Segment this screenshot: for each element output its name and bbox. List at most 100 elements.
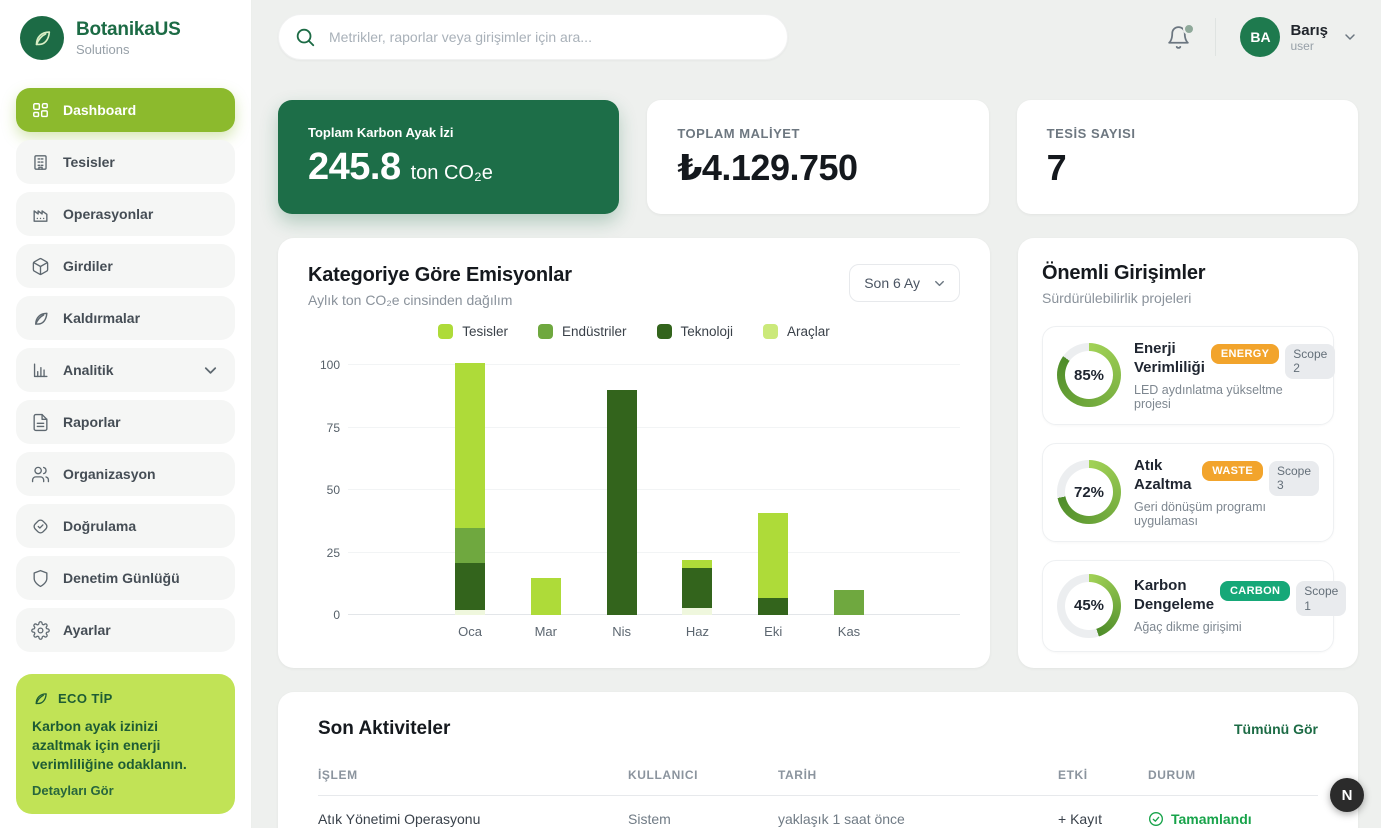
initiative-name: Enerji Verimliliği (1134, 340, 1205, 378)
stats-row: Toplam Karbon Ayak İzi245.8ton CO₂e TOPLA… (278, 100, 1358, 214)
chart-legend: Tesisler Endüstriler Teknoloji Araçlar (308, 324, 960, 339)
initiative-card[interactable]: 85%Enerji VerimliliğiENERGYScope 2LED ay… (1042, 326, 1334, 425)
bar-segment-Teknoloji (682, 568, 712, 608)
initiative-body: Enerji VerimliliğiENERGYScope 2LED aydın… (1134, 340, 1319, 411)
initiative-top: Atık AzaltmaWASTEScope 3 (1134, 457, 1319, 496)
view-all-link[interactable]: Tümünü Gör (1234, 721, 1318, 737)
dashboard-icon (31, 101, 50, 120)
column-header: TARİH (778, 768, 1058, 782)
sidebar-item-raporlar[interactable]: Raporlar (16, 400, 235, 444)
stat-value: 245.8ton CO₂e (308, 146, 589, 189)
eco-tip-details-link[interactable]: Detayları Gör (32, 783, 219, 798)
building-icon (31, 153, 50, 172)
initiative-top: Karbon DengelemeCARBONScope 1 (1134, 577, 1319, 616)
y-tick-label: 100 (314, 357, 340, 373)
sidebar-item-label: Analitik (63, 362, 114, 378)
legend-swatch (763, 324, 778, 339)
brand: BotanikaUS Solutions (16, 14, 235, 62)
leaf-icon (31, 309, 50, 328)
chevron-down-icon[interactable] (1342, 29, 1358, 45)
sidebar-item-tesisler[interactable]: Tesisler (16, 140, 235, 184)
legend-label: Araçlar (787, 324, 830, 339)
dev-indicator-button[interactable]: N (1330, 778, 1364, 812)
progress-ring: 85% (1057, 343, 1121, 407)
sidebar-item-girdiler[interactable]: Girdiler (16, 244, 235, 288)
initiative-card[interactable]: 45%Karbon DengelemeCARBONScope 1Ağaç dik… (1042, 560, 1334, 652)
bar-segment-Tesisler (455, 363, 485, 528)
progress-ring: 72% (1057, 460, 1121, 524)
eco-tip-header: ECO TİP (32, 690, 219, 707)
initiative-name: Karbon Dengeleme (1134, 577, 1214, 615)
sidebar-item-ayarlar[interactable]: Ayarlar (16, 608, 235, 652)
settings-icon (31, 621, 50, 640)
initiative-badges: ENERGYScope 2 (1211, 340, 1335, 379)
main-content: BA Barış user Toplam Karbon Ayak İzi245.… (252, 0, 1381, 828)
chart-column-Kas: Kas (834, 365, 864, 615)
table-row[interactable]: Atık Yönetimi OperasyonuSistemyaklaşık 1… (318, 796, 1318, 827)
y-tick-label: 50 (314, 482, 340, 498)
bar-segment-Tesisler (758, 513, 788, 598)
sidebar-nav: Dashboard Tesisler Operasyonlar Girdiler Kal… (16, 88, 235, 652)
bar-segment-Teknoloji (455, 563, 485, 611)
sidebar-item-denetim-gunlugu[interactable]: Denetim Günlüğü (16, 556, 235, 600)
notifications-button[interactable] (1166, 25, 1191, 50)
sidebar-item-label: Kaldırmalar (63, 310, 140, 326)
divider (1215, 18, 1216, 56)
sidebar-item-kaldirmalar[interactable]: Kaldırmalar (16, 296, 235, 340)
legend-item-Araçlar: Araçlar (763, 324, 830, 339)
sidebar-item-dashboard[interactable]: Dashboard (16, 88, 235, 132)
y-tick-label: 0 (314, 607, 340, 623)
chart-subtitle: Aylık ton CO₂e cinsinden dağılım (308, 292, 572, 308)
y-tick-label: 75 (314, 420, 340, 436)
y-tick-label: 25 (314, 545, 340, 561)
progress-ring: 45% (1057, 574, 1121, 638)
bar-Nis[interactable] (607, 390, 637, 615)
scope-badge: Scope 1 (1296, 581, 1346, 616)
sidebar-item-dogrulama[interactable]: Doğrulama (16, 504, 235, 548)
x-axis-label: Haz (686, 624, 709, 639)
bar-segment-Tesisler (531, 578, 561, 616)
sidebar-item-label: Operasyonlar (63, 206, 153, 222)
bar-Eki[interactable] (758, 513, 788, 616)
sidebar-item-label: Raporlar (63, 414, 121, 430)
initiatives-subtitle: Sürdürülebilirlik projeleri (1042, 290, 1334, 306)
bar-chart-icon (31, 361, 50, 380)
time-range-select[interactable]: Son 6 Ay (849, 264, 960, 302)
bar-Haz[interactable] (682, 560, 712, 615)
initiative-description: LED aydınlatma yükseltme projesi (1134, 383, 1319, 411)
legend-item-Tesisler: Tesisler (438, 324, 508, 339)
initiative-card[interactable]: 72% Atık AzaltmaWASTEScope 3 Geri dönüşüm … (1042, 443, 1334, 542)
avatar[interactable]: BA (1240, 17, 1280, 57)
chart-plot: 0255075100OcaMarNisHazEkiKas (314, 365, 960, 615)
stat-label: TESİS SAYISI (1047, 126, 1328, 141)
sidebar-item-analitik[interactable]: Analitik (16, 348, 235, 392)
search-input[interactable] (278, 14, 788, 60)
stat-label: TOPLAM MALİYET (677, 126, 958, 141)
chart-column-Haz: Haz (682, 365, 712, 615)
stat-card-0: Toplam Karbon Ayak İzi245.8ton CO₂e (278, 100, 619, 214)
sidebar-item-organizasyon[interactable]: Organizasyon (16, 452, 235, 496)
eco-tip-label: ECO TİP (58, 691, 113, 706)
user-meta: Barış user (1290, 22, 1328, 53)
legend-item-Endüstriler: Endüstriler (538, 324, 627, 339)
file-icon (31, 413, 50, 432)
scope-badge: Scope 2 (1285, 344, 1335, 379)
column-header: KULLANICI (628, 768, 778, 782)
notification-badge (1183, 23, 1195, 35)
cell-kullanici: Sistem (628, 811, 778, 827)
topbar: BA Barış user (278, 14, 1358, 60)
cell-islem: Atık Yönetimi Operasyonu (318, 811, 628, 827)
table-header: İŞLEMKULLANICITARİHETKİDURUM (318, 768, 1318, 796)
initiative-description: Geri dönüşüm programı uygulaması (1134, 500, 1319, 528)
bar-Oca[interactable] (455, 363, 485, 616)
status-badge: Tamamlandı (1148, 811, 1318, 827)
legend-label: Endüstriler (562, 324, 627, 339)
content-row: Kategoriye Göre Emisyonlar Aylık ton CO₂… (278, 238, 1358, 668)
bar-Kas[interactable] (834, 590, 864, 615)
bar-segment-Tesisler (682, 560, 712, 568)
check-circle-icon (1148, 811, 1164, 827)
bar-Mar[interactable] (531, 578, 561, 616)
legend-label: Teknoloji (681, 324, 734, 339)
sidebar-item-operasyonlar[interactable]: Operasyonlar (16, 192, 235, 236)
search (278, 14, 788, 60)
